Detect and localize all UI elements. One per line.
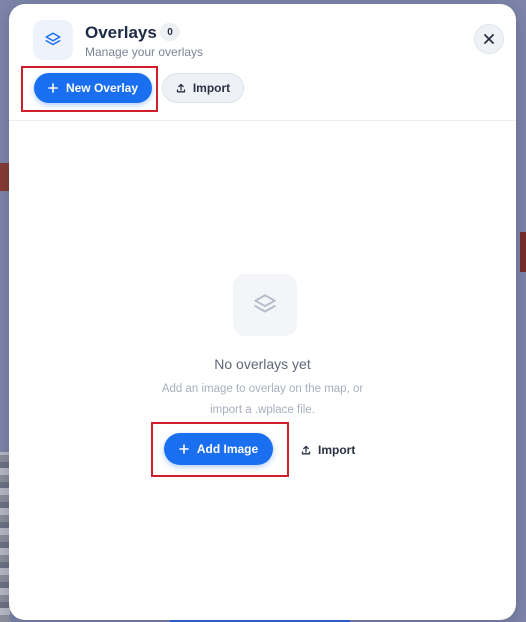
upload-icon	[176, 83, 185, 93]
overlay-count-badge: 0	[160, 23, 180, 41]
plus-icon	[48, 83, 58, 93]
empty-state-layers-icon	[233, 274, 297, 336]
add-image-label: Add Image	[196, 442, 259, 456]
empty-state-import-label: Import	[318, 443, 356, 457]
page-subtitle: Manage your overlays	[85, 45, 204, 59]
modal-header: Overlays 0 Manage your overlays New Over…	[9, 4, 516, 121]
empty-state-title: No overlays yet	[214, 356, 311, 372]
import-label: Import	[192, 81, 231, 95]
new-overlay-label: New Overlay	[65, 81, 139, 95]
empty-state-description-line1: Add an image to overlay on the map, or	[161, 383, 364, 395]
close-button[interactable]	[474, 24, 504, 54]
empty-state-description-line2: import a .wplace file.	[210, 404, 315, 416]
plus-icon	[179, 444, 189, 454]
close-icon	[484, 34, 494, 44]
page-title: Overlays	[85, 23, 157, 42]
upload-icon	[301, 445, 311, 455]
empty-state-import-button[interactable]: Import	[295, 440, 361, 460]
overlays-modal: Overlays 0 Manage your overlays New Over…	[9, 4, 516, 620]
map-background-right	[520, 232, 526, 272]
layers-icon	[33, 20, 73, 60]
add-image-button[interactable]: Add Image	[164, 433, 273, 465]
empty-state-description: Add an image to overlay on the map, or i…	[9, 379, 516, 421]
new-overlay-button[interactable]: New Overlay	[34, 73, 152, 103]
import-button[interactable]: Import	[162, 73, 244, 103]
